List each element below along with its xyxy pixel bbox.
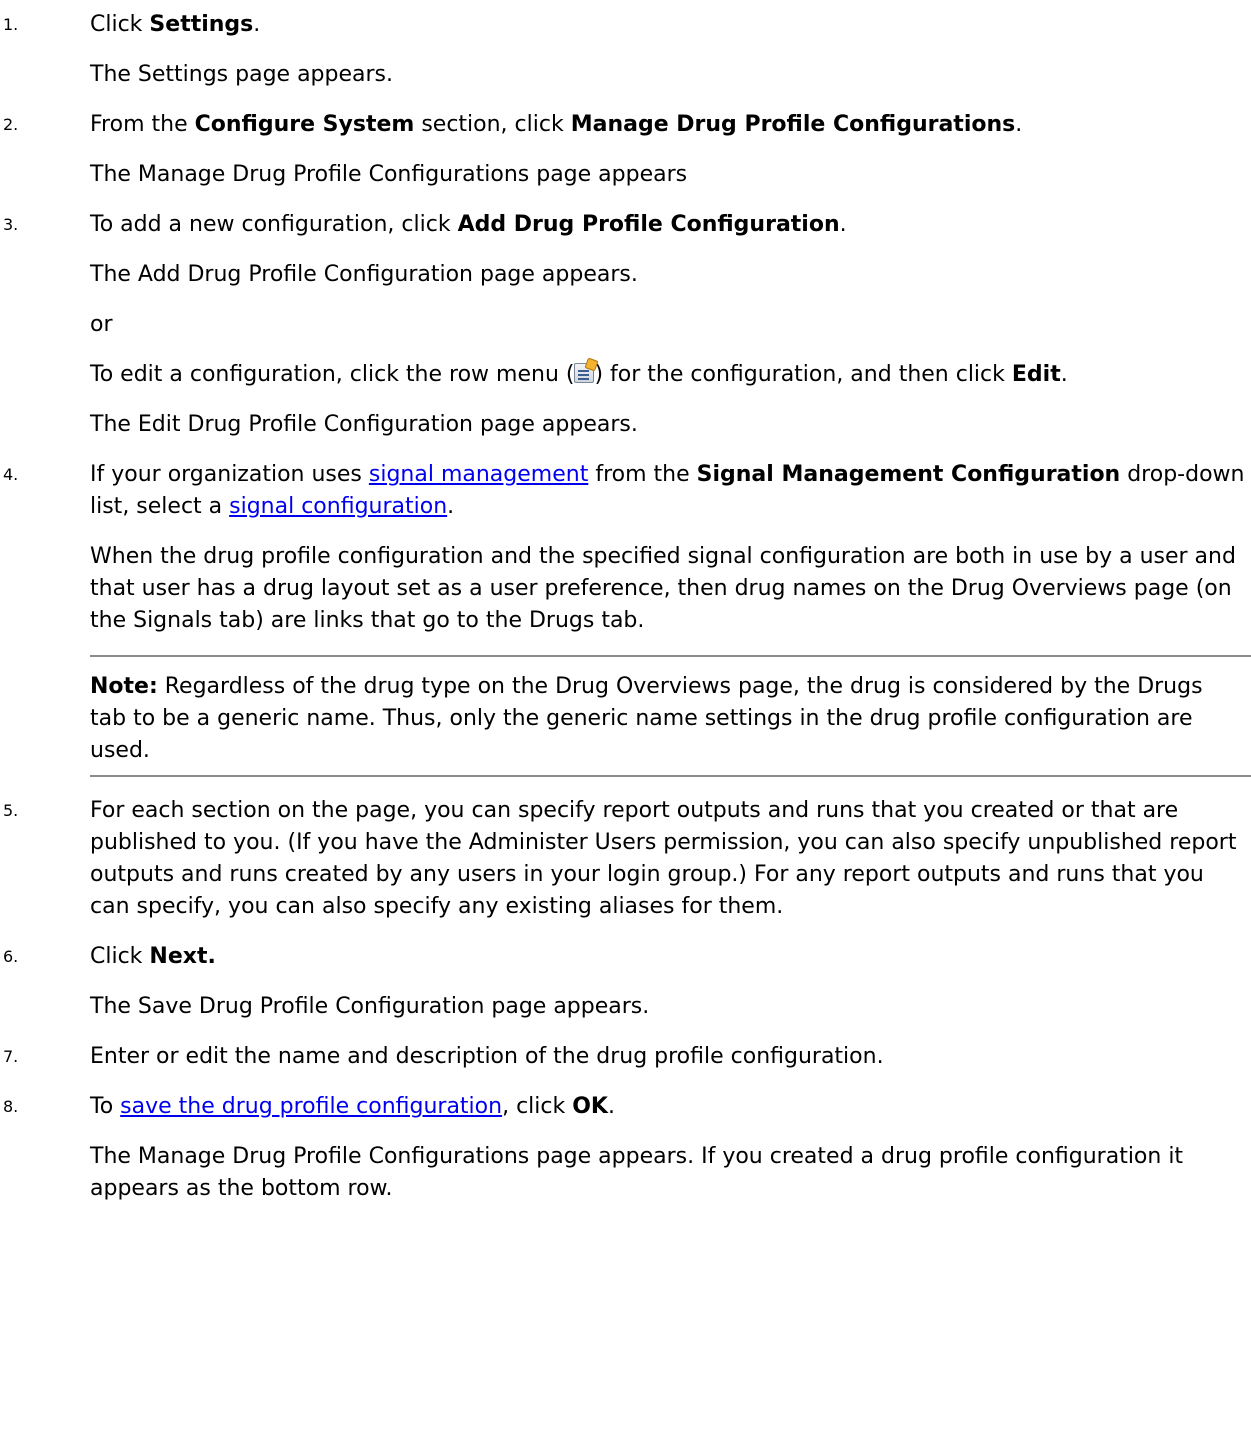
- step-8: 8. To save the drug profile configuratio…: [0, 1091, 1251, 1205]
- step-number: 7.: [3, 1047, 19, 1066]
- step-7: 7. Enter or edit the name and descriptio…: [0, 1041, 1251, 1073]
- step-1: 1. Click Settings. The Settings page app…: [0, 9, 1251, 91]
- step-instruction: From the Configure System section, click…: [90, 112, 1023, 137]
- ui-term: OK: [572, 1094, 608, 1119]
- step-result: The Save Drug Profile Configuration page…: [90, 994, 650, 1019]
- signal-configuration-link[interactable]: signal configuration: [229, 494, 447, 519]
- ui-term: Signal Management Configuration: [696, 462, 1121, 487]
- step-instruction: To add a new configuration, click Add Dr…: [90, 212, 847, 237]
- step-instruction: Enter or edit the name and description o…: [90, 1044, 884, 1069]
- step-number: 3.: [3, 215, 19, 234]
- step-number: 8.: [3, 1097, 19, 1116]
- step-3: 3. To add a new configuration, click Add…: [0, 209, 1251, 441]
- note-label: Note:: [90, 674, 158, 699]
- step-number: 4.: [3, 465, 19, 484]
- step-result: The Edit Drug Profile Configuration page…: [90, 412, 638, 437]
- step-number: 6.: [3, 947, 19, 966]
- ui-term: Edit: [1011, 362, 1061, 387]
- row-menu-icon: [574, 363, 595, 383]
- step-result: The Manage Drug Profile Configurations p…: [90, 1144, 1184, 1201]
- ui-term: Next.: [149, 944, 216, 969]
- step-instruction: To save the drug profile configuration, …: [90, 1094, 615, 1119]
- step-result: When the drug profile configuration and …: [90, 544, 1236, 633]
- note-text: Note: Regardless of the drug type on the…: [90, 674, 1203, 763]
- step-6: 6. Click Next. The Save Drug Profile Con…: [0, 941, 1251, 1023]
- step-instruction: Click Next.: [90, 944, 216, 969]
- step-number: 2.: [3, 115, 19, 134]
- step-alternate-instruction: To edit a configuration, click the row m…: [90, 362, 1068, 387]
- procedure-document: 1. Click Settings. The Settings page app…: [0, 0, 1251, 1205]
- step-2: 2. From the Configure System section, cl…: [0, 109, 1251, 191]
- ui-term: Add Drug Profile Configuration: [457, 212, 840, 237]
- save-configuration-link[interactable]: save the drug profile configuration: [120, 1094, 502, 1119]
- ui-term: Manage Drug Profile Configurations: [570, 112, 1016, 137]
- step-instruction: If your organization uses signal managem…: [90, 462, 1245, 519]
- step-instruction: Click Settings.: [90, 12, 261, 37]
- step-number: 5.: [3, 801, 19, 820]
- ui-term: Settings: [149, 12, 254, 37]
- ui-term: Configure System: [194, 112, 415, 137]
- or-separator: or: [90, 312, 113, 337]
- step-4: 4. If your organization uses signal mana…: [0, 459, 1251, 777]
- signal-management-link[interactable]: signal management: [369, 462, 588, 487]
- step-instruction: For each section on the page, you can sp…: [90, 798, 1237, 919]
- step-result: The Settings page appears.: [90, 62, 394, 87]
- step-5: 5. For each section on the page, you can…: [0, 795, 1251, 923]
- step-result: The Manage Drug Profile Configurations p…: [90, 162, 688, 187]
- step-number: 1.: [3, 15, 19, 34]
- note-box: Note: Regardless of the drug type on the…: [90, 655, 1251, 777]
- step-result: The Add Drug Profile Configuration page …: [90, 262, 638, 287]
